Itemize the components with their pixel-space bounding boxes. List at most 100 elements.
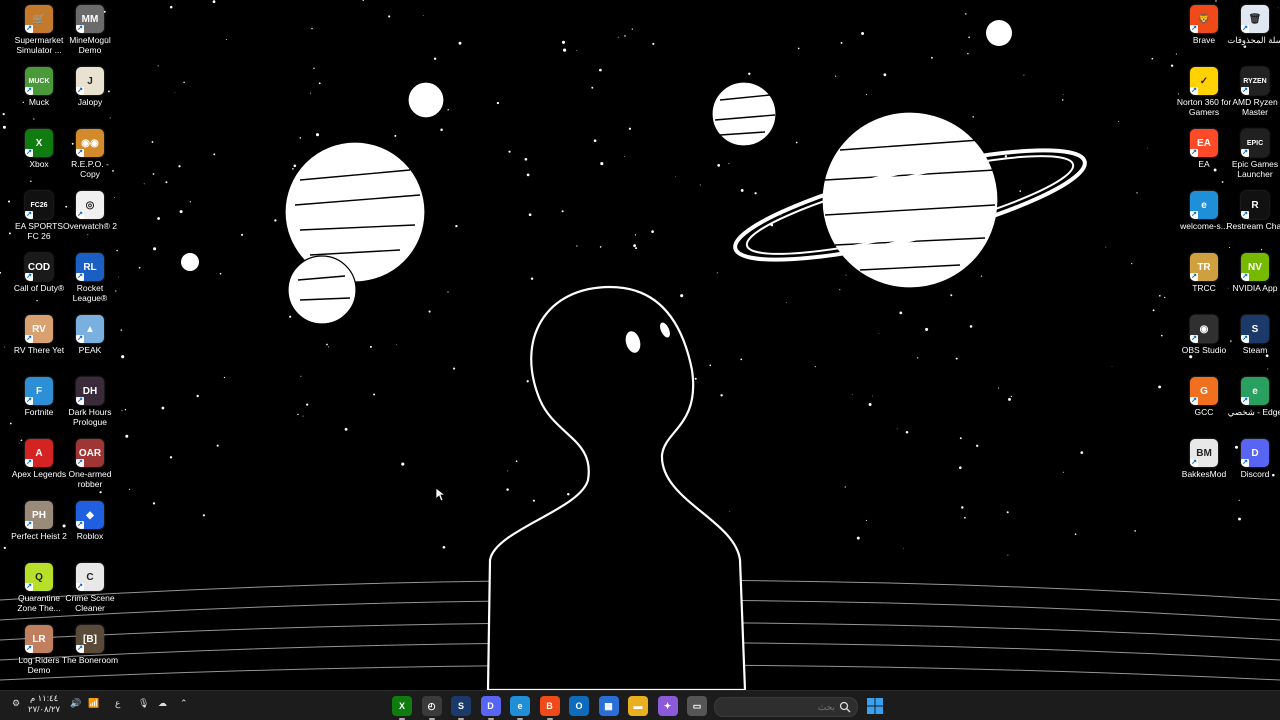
steam-icon: S ↗ — [1241, 315, 1269, 343]
star — [675, 175, 676, 177]
desktop-icon-amd-ryzen[interactable]: RYZEN ↗ AMD Ryzen Master — [1226, 67, 1280, 117]
desktop-icon-fortnite[interactable]: F ↗ Fortnite — [10, 377, 68, 417]
shortcut-arrow-icon: ↗ — [1190, 335, 1198, 343]
desktop-icon-quarantine-zone[interactable]: Q ↗ Quarantine Zone The... — [10, 563, 68, 613]
desktop-icon-edge[interactable]: e ↗ welcome-s... — [1175, 191, 1233, 231]
desktop-icon-peak[interactable]: ▲ ↗ PEAK — [61, 315, 119, 355]
desktop-icon-dark-hours[interactable]: DH ↗ Dark Hours Prologue — [61, 377, 119, 427]
trcc-icon: TR ↗ — [1190, 253, 1218, 281]
desktop-icon-label: PEAK — [78, 345, 102, 355]
star — [178, 165, 181, 168]
roblox-icon: ◆ ↗ — [76, 501, 104, 529]
star — [121, 355, 125, 359]
desktop-icon-ea-fc[interactable]: FC26 ↗ EA SPORTS FC 26 — [10, 191, 68, 241]
brave-icon: B — [546, 701, 553, 711]
taskbar-steam-app[interactable]: S — [451, 696, 471, 720]
star — [635, 247, 638, 250]
taskbar-search[interactable] — [714, 697, 858, 717]
desktop-icon-restream[interactable]: R ↗ Restream Chat — [1226, 191, 1280, 231]
jalopy-icon: J ↗ — [76, 67, 104, 95]
shortcut-arrow-icon: ↗ — [76, 335, 84, 343]
shortcut-arrow-icon: ↗ — [76, 583, 84, 591]
desktop-icon-muck[interactable]: MUCK ↗ Muck — [10, 67, 68, 107]
star — [576, 245, 578, 247]
desktop-icon-perfect-heist[interactable]: PH ↗ Perfect Heist 2 — [10, 501, 68, 541]
icon-glyph: NV — [1248, 261, 1262, 273]
icon-glyph: RYZEN — [1243, 77, 1267, 85]
shortcut-arrow-icon: ↗ — [76, 645, 84, 653]
desktop-icon-apex-legends[interactable]: A ↗ Apex Legends — [10, 439, 68, 479]
language-indicator[interactable]: ع — [115, 698, 120, 709]
desktop-icon-one-armed-robber[interactable]: OAR ↗ One-armed robber — [61, 439, 119, 489]
taskbar-clock-app[interactable]: ◴ — [421, 696, 442, 720]
desktop-icon-gcc[interactable]: G ↗ GCC — [1175, 377, 1233, 417]
shortcut-arrow-icon: ↗ — [76, 521, 84, 529]
desktop-icon-supermarket[interactable]: 🛒 ↗ Supermarket Simulator ... — [10, 5, 68, 55]
star — [292, 168, 294, 170]
desktop-icon-discord[interactable]: D ↗ Discord — [1226, 439, 1280, 479]
desktop-icon-steam[interactable]: S ↗ Steam — [1226, 315, 1280, 355]
microphone-icon[interactable]: 🎙 — [138, 698, 149, 709]
desktop-icon-trcc[interactable]: TR ↗ TRCC — [1175, 253, 1233, 293]
desktop-icon-xbox[interactable]: X ↗ Xbox — [10, 129, 68, 169]
taskbar-discord-app[interactable]: D — [480, 696, 501, 720]
star — [814, 366, 816, 368]
star — [1151, 57, 1154, 60]
desktop-icon-brave[interactable]: 🦁 ↗ Brave — [1175, 5, 1233, 45]
desktop-icon-epic-games[interactable]: EPIC ↗ Epic Games Launcher — [1226, 129, 1280, 179]
taskbar-outlook-app[interactable]: O — [569, 696, 589, 716]
desktop-icon-rocket-league[interactable]: RL ↗ Rocket League® — [61, 253, 119, 303]
settings-tray-icon[interactable]: ⚙ — [12, 698, 20, 709]
desktop-icon-log-riders[interactable]: LR ↗ Log Riders Demo — [10, 625, 68, 675]
desktop-icon-jalopy[interactable]: J ↗ Jalopy — [61, 67, 119, 107]
star — [1136, 192, 1138, 194]
discord-icon: D ↗ — [1241, 439, 1269, 467]
desktop-icon-overwatch[interactable]: ◎ ↗ Overwatch® 2 — [61, 191, 119, 231]
taskbar-xbox-app[interactable]: X — [392, 696, 412, 720]
desktop-icon-bakkesmod[interactable]: BM ↗ BakkesMod — [1175, 439, 1233, 479]
star — [157, 65, 159, 67]
icon-glyph: EA — [1197, 137, 1211, 149]
desktop-icon-crime-scene-cleaner[interactable]: C ↗ Crime Scene Cleaner — [61, 563, 119, 613]
desktop-icon-nvidia[interactable]: NV ↗ NVIDIA App — [1226, 253, 1280, 293]
taskbar-desktop-app[interactable]: ▭ — [687, 696, 707, 716]
desktop-icon-recycle-bin[interactable]: 🗑 ↗ سلة المحذوفات — [1226, 5, 1280, 45]
chevron-up-icon[interactable]: ⌃ — [180, 698, 188, 709]
wifi-icon[interactable]: 📶 — [88, 698, 99, 709]
star — [453, 367, 456, 370]
desktop-icon-roblox[interactable]: ◆ ↗ Roblox — [61, 501, 119, 541]
star — [36, 299, 38, 302]
taskbar-brave-app[interactable]: B — [539, 696, 560, 720]
file-explorer-icon: ▬ — [633, 701, 643, 711]
desktop-icon-boneroom[interactable]: [B] ↗ The Boneroom — [61, 625, 119, 665]
search-input[interactable] — [723, 699, 837, 715]
desktop-icon-minemogul[interactable]: MM ↗ MineMogul Demo — [61, 5, 119, 55]
desktop-icon-edge-personal[interactable]: e ↗ شخصي - Edge — [1226, 377, 1280, 417]
star — [1061, 99, 1064, 101]
taskbar-edge-app[interactable]: e — [510, 696, 530, 720]
desktop-icon-label: Log Riders Demo — [18, 655, 60, 675]
star — [1007, 554, 1009, 556]
taskbar-store-app[interactable]: ▦ — [598, 696, 619, 716]
windows-start-icon[interactable] — [866, 697, 884, 715]
star — [717, 164, 721, 167]
taskbar-copilot-app[interactable]: ✦ — [657, 696, 678, 716]
onedrive-icon[interactable]: ☁ — [158, 698, 167, 709]
desktop-icon-ea[interactable]: EA ↗ EA — [1175, 129, 1233, 169]
star — [1134, 530, 1136, 532]
taskbar-clock[interactable]: ١١:٤٤ م ٢٧/٠٨/٢٧ — [28, 693, 60, 715]
star — [840, 41, 843, 44]
peak-icon: ▲ ↗ — [76, 315, 104, 343]
desktop-icon-obs[interactable]: ◉ ↗ OBS Studio — [1175, 315, 1233, 355]
desktop-icon-call-of-duty[interactable]: COD ↗ Call of Duty® — [10, 253, 68, 293]
taskbar-file-explorer-app[interactable]: ▬ — [628, 696, 648, 716]
desktop-icon-norton[interactable]: ✓ ↗ Norton 360 for Gamers — [1175, 67, 1233, 117]
desktop-icon-rv-there-yet[interactable]: RV ↗ RV There Yet — [10, 315, 68, 355]
shortcut-arrow-icon: ↗ — [76, 397, 84, 405]
shortcut-arrow-icon: ↗ — [1190, 149, 1198, 157]
volume-icon[interactable]: 🔊 — [70, 698, 81, 709]
shortcut-arrow-icon: ↗ — [25, 397, 33, 405]
desktop-icon-repo[interactable]: ◉◉ ↗ R.E.P.O. - Copy — [61, 129, 119, 179]
star — [183, 81, 185, 84]
desktop-icon-label: The Boneroom — [61, 655, 119, 665]
